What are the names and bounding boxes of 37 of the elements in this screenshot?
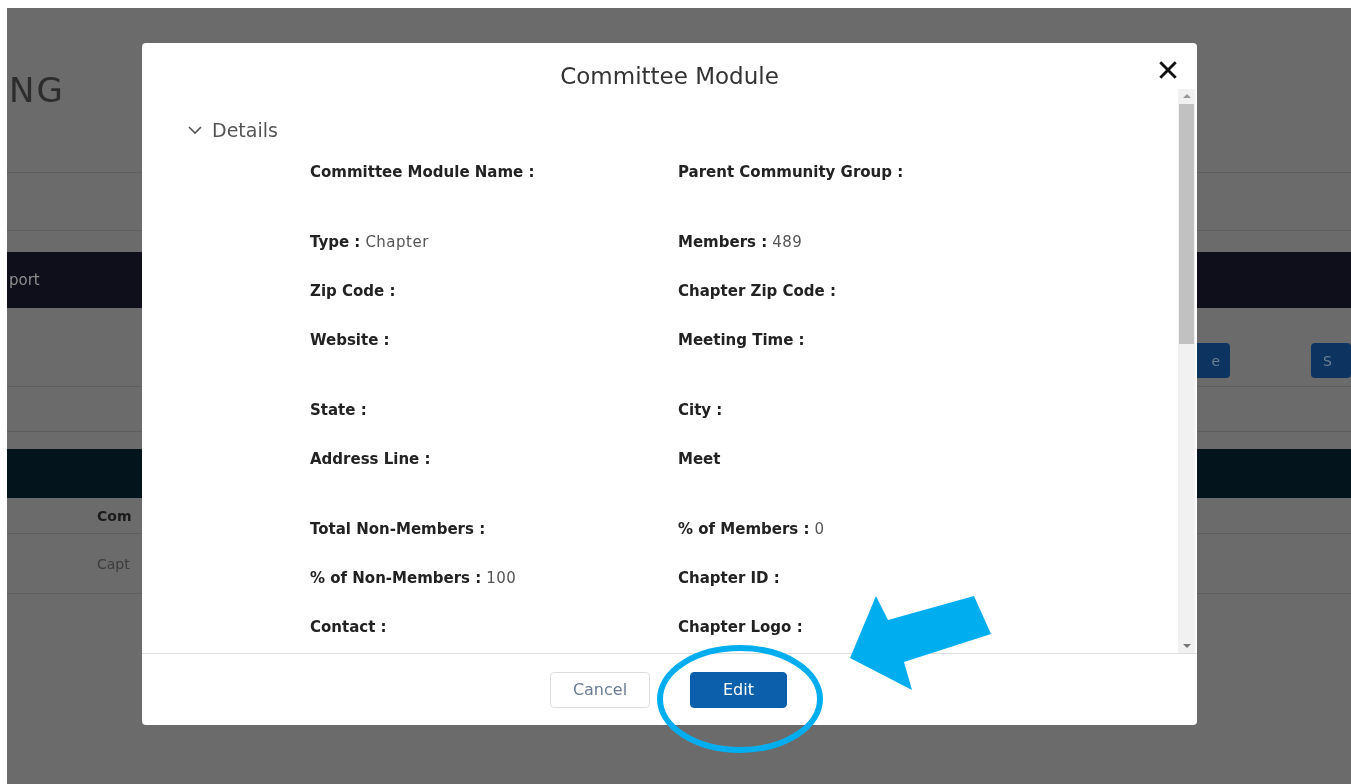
- field-label: Parent Community Group :: [678, 163, 904, 183]
- secondary-button[interactable]: Cancel: [550, 671, 650, 708]
- field-value: 100: [486, 569, 517, 589]
- column-header: Com: [97, 507, 132, 524]
- field-label: Members :: [678, 233, 768, 253]
- field-label: City :: [678, 401, 723, 421]
- field-label: Committee Module Name :: [310, 163, 535, 183]
- field-label: Contact :: [310, 618, 387, 638]
- section-toggle[interactable]: Details: [188, 119, 278, 141]
- field-label: Address Line :: [310, 450, 431, 470]
- primary-button[interactable]: Edit: [690, 671, 787, 708]
- field-label: Meeting Time :: [678, 331, 805, 351]
- field-label: % of Non-Members :: [310, 569, 482, 589]
- field-label: Total Non-Members :: [310, 520, 486, 540]
- field-label: % of Members :: [678, 520, 810, 540]
- field-value: 489: [772, 233, 803, 253]
- field-label: Type :: [310, 233, 361, 253]
- field-label: Meet: [678, 450, 721, 470]
- scroll-up-icon[interactable]: [1182, 94, 1191, 98]
- field-label: Chapter ID :: [678, 569, 780, 589]
- field-value: Chapter: [365, 233, 429, 253]
- page-title: NG: [9, 70, 65, 110]
- chevron-icon: [188, 125, 202, 135]
- field-label: State :: [310, 401, 367, 421]
- field-label: Chapter Zip Code :: [678, 282, 836, 302]
- section-title: Details: [212, 119, 278, 141]
- close-icon[interactable]: [1157, 59, 1179, 81]
- scroll-down-icon[interactable]: [1182, 644, 1191, 648]
- modal-title: Committee Module: [560, 63, 779, 89]
- field-value: 0: [814, 520, 825, 540]
- scrollbar[interactable]: [1178, 89, 1195, 653]
- field-label: Chapter Logo :: [678, 618, 803, 638]
- scrollbar-thumb[interactable]: [1179, 104, 1194, 344]
- field-label: Zip Code :: [310, 282, 396, 302]
- nav-item[interactable]: port: [9, 271, 40, 289]
- toolbar-button[interactable]: S: [1311, 343, 1351, 378]
- field-label: Website :: [310, 331, 390, 351]
